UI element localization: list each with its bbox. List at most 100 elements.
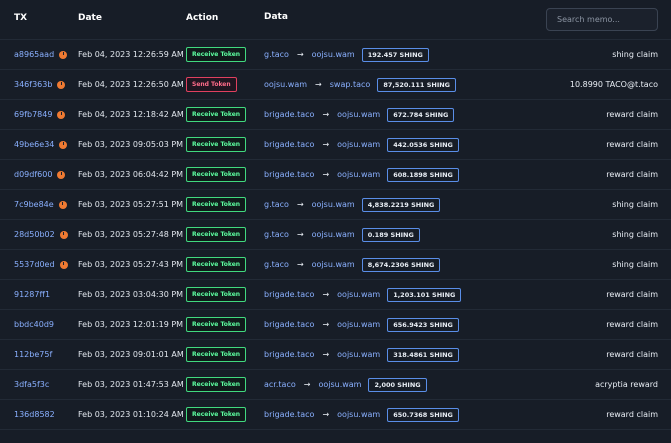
tx-cell: 5537d0ed [14,250,68,279]
date-cell: Feb 03, 2023 05:27:51 PM [78,200,184,209]
date-cell: Feb 03, 2023 01:10:24 AM [78,410,184,419]
tx-hash-link[interactable]: 69fb7849 [14,110,52,119]
pending-clock-icon [59,260,68,269]
amount-badge: 2,000 SHING [368,377,427,392]
from-account-link[interactable]: g.taco [264,230,289,239]
pending-clock-icon [59,50,68,59]
amount-badge: 8,674.2306 SHING [361,257,441,272]
tx-cell: 69fb7849 [14,100,66,129]
to-account-link[interactable]: oojsu.wam [312,260,355,269]
action-cell: Receive Token [186,340,247,369]
from-account-link[interactable]: acr.taco [264,380,296,389]
amount-badge: 192.457 SHING [361,47,429,62]
tx-hash-link[interactable]: d09df600 [14,170,52,179]
memo-cell: reward claim [606,140,658,149]
from-account-link[interactable]: brigade.taco [264,170,314,179]
to-account-link[interactable]: oojsu.wam [337,320,380,329]
to-account-link[interactable]: oojsu.wam [337,110,380,119]
from-account-link[interactable]: oojsu.wam [264,80,307,89]
from-account-link[interactable]: g.taco [264,200,289,209]
to-account-link[interactable]: oojsu.wam [318,380,361,389]
column-header-date: Date [78,13,102,23]
action-cell: Receive Token [186,370,247,399]
action-badge: Receive Token [186,347,247,362]
data-cell: brigade.taco → oojsu.wam 650.7368 SHING [264,400,459,429]
tx-hash-link[interactable]: 7c9be84e [14,200,54,209]
from-account-link[interactable]: brigade.taco [264,110,314,119]
date-cell: Feb 04, 2023 12:26:50 AM [78,80,184,89]
data-cell: acr.taco → oojsu.wam 2,000 SHING [264,370,427,399]
from-account-link[interactable]: brigade.taco [264,350,314,359]
memo-cell: shing claim [612,200,658,209]
date-cell: Feb 03, 2023 05:27:43 PM [78,260,184,269]
data-cell: brigade.taco → oojsu.wam 442.0536 SHING [264,130,459,159]
table-row: 91287ff1 Feb 03, 2023 03:04:30 PM Receiv… [0,280,671,310]
table-row-partial [0,430,671,443]
tx-hash-link[interactable]: a8965aad [14,50,54,59]
to-account-link[interactable]: oojsu.wam [337,290,380,299]
arrow-right-icon: → [322,110,330,119]
date-cell: Feb 04, 2023 12:18:42 AM [78,110,184,119]
to-account-link[interactable]: oojsu.wam [312,230,355,239]
table-row: 5537d0ed Feb 03, 2023 05:27:43 PM Receiv… [0,250,671,280]
to-account-link[interactable]: oojsu.wam [312,50,355,59]
action-badge: Receive Token [186,107,247,122]
to-account-link[interactable]: oojsu.wam [337,350,380,359]
amount-badge: 87,520.111 SHING [377,77,457,92]
action-badge: Receive Token [186,167,247,182]
from-account-link[interactable]: g.taco [264,50,289,59]
tx-cell: 136d8582 [14,400,55,429]
from-account-link[interactable]: brigade.taco [264,410,314,419]
search-memo-input[interactable] [546,8,658,31]
to-account-link[interactable]: swap.taco [330,80,371,89]
to-account-link[interactable]: oojsu.wam [337,410,380,419]
memo-cell: shing claim [612,260,658,269]
column-header-tx: TX [14,13,28,23]
memo-cell: acryptia reward [595,380,658,389]
data-cell: g.taco → oojsu.wam 4,838.2219 SHING [264,190,441,219]
memo-cell: reward claim [606,110,658,119]
tx-hash-link[interactable]: 136d8582 [14,410,55,419]
tx-hash-link[interactable]: 5537d0ed [14,260,55,269]
pending-clock-icon [57,80,66,89]
tx-cell: 91287ff1 [14,280,50,309]
date-cell: Feb 03, 2023 05:27:48 PM [78,230,184,239]
from-account-link[interactable]: brigade.taco [264,140,314,149]
tx-hash-link[interactable]: 91287ff1 [14,290,50,299]
data-cell: oojsu.wam → swap.taco 87,520.111 SHING [264,70,457,99]
from-account-link[interactable]: brigade.taco [264,290,314,299]
action-cell: Receive Token [186,130,247,159]
arrow-right-icon: → [322,290,330,299]
column-header-action: Action [186,13,219,23]
amount-badge: 650.7368 SHING [387,407,459,422]
date-cell: Feb 03, 2023 03:04:30 PM [78,290,184,299]
action-cell: Send Token [186,70,237,99]
action-cell: Receive Token [186,400,247,429]
action-cell: Receive Token [186,100,247,129]
action-cell: Receive Token [186,280,247,309]
tx-hash-link[interactable]: 112be75f [14,350,52,359]
to-account-link[interactable]: oojsu.wam [337,170,380,179]
table-header: TX Date Action Data [0,0,671,40]
tx-cell: 346f363b [14,70,66,99]
tx-hash-link[interactable]: 346f363b [14,80,52,89]
data-cell: brigade.taco → oojsu.wam 656.9423 SHING [264,310,459,339]
table-row: a8965aad Feb 04, 2023 12:26:59 AM Receiv… [0,40,671,70]
to-account-link[interactable]: oojsu.wam [312,200,355,209]
tx-hash-link[interactable]: 3dfa5f3c [14,380,49,389]
tx-hash-link[interactable]: 28d50b02 [14,230,55,239]
data-cell: brigade.taco → oojsu.wam 672.784 SHING [264,100,455,129]
action-badge: Receive Token [186,137,247,152]
amount-badge: 672.784 SHING [387,107,455,122]
from-account-link[interactable]: g.taco [264,260,289,269]
data-cell: g.taco → oojsu.wam 192.457 SHING [264,40,429,69]
arrow-right-icon: → [296,230,304,239]
tx-hash-link[interactable]: bbdc40d9 [14,320,54,329]
tx-hash-link[interactable]: 49be6e34 [14,140,54,149]
arrow-right-icon: → [322,410,330,419]
tx-cell: 49be6e34 [14,130,68,159]
from-account-link[interactable]: brigade.taco [264,320,314,329]
action-badge: Receive Token [186,227,247,242]
to-account-link[interactable]: oojsu.wam [337,140,380,149]
amount-badge: 442.0536 SHING [387,137,459,152]
